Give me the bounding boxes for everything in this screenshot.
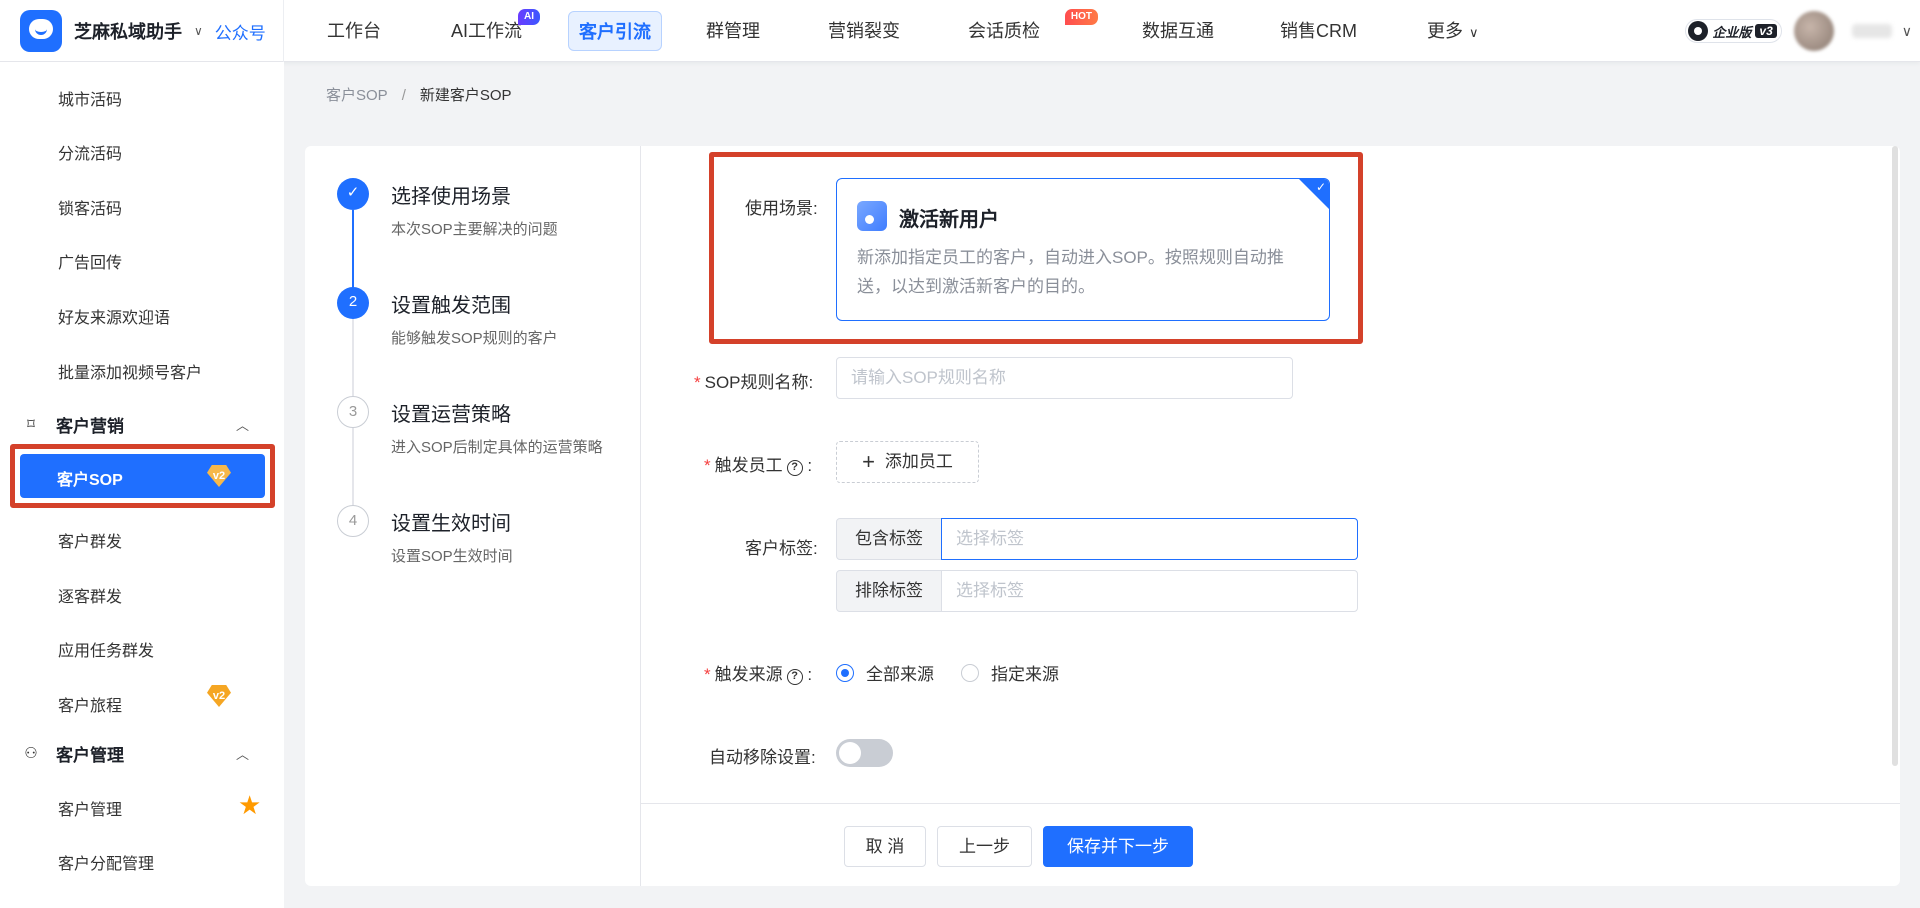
source-radio-specified[interactable]: 指定来源	[961, 660, 1059, 685]
radio-unchecked-icon	[961, 663, 979, 682]
auto-remove-label: 自动移除设置:	[709, 748, 816, 767]
footer-divider	[641, 803, 1900, 804]
radio-checked-icon	[836, 663, 854, 682]
sidebar-item-customer-assignment[interactable]: 客户分配管理	[58, 850, 154, 874]
staff-label: * 触发员工? :	[704, 456, 813, 476]
avatar[interactable]	[1793, 11, 1834, 51]
auto-remove-toggle[interactable]	[836, 739, 893, 767]
top-bar: 芝麻私域助手 ∨ 公众号 工作台 AI工作流 AI 客户引流 群管理 营销裂变 会…	[0, 0, 1920, 62]
help-icon[interactable]: ?	[786, 669, 803, 685]
save-and-next-button[interactable]: 保存并下一步	[1043, 826, 1193, 867]
brand-name: 芝麻私域助手	[74, 22, 182, 42]
scene-icon	[857, 201, 887, 231]
top-right-area: 企业版 v3 ∨	[1685, 0, 1920, 62]
account-type-link[interactable]: 公众号	[215, 19, 266, 44]
nav-item-sales-crm[interactable]: 销售CRM	[1270, 11, 1367, 51]
sidebar-item-one-by-one-broadcast[interactable]: 逐客群发	[58, 583, 122, 607]
breadcrumb: 客户SOP / 新建客户SOP	[326, 87, 512, 104]
nav-item-workbench[interactable]: 工作台	[317, 11, 391, 51]
edition-logo-icon	[1688, 21, 1709, 41]
step-number: 2	[337, 287, 369, 319]
highlight-box-sidebar	[10, 444, 275, 508]
scrollbar[interactable]	[1892, 146, 1898, 766]
plus-icon: +	[862, 449, 875, 474]
sidebar-item-customer-journey[interactable]: 客户旅程	[58, 692, 122, 716]
sidebar-item-split-qrcode[interactable]: 分流活码	[58, 140, 122, 164]
exclude-tag-select[interactable]: 选择标签	[941, 570, 1358, 612]
v2-badge: v2	[207, 685, 231, 707]
nav-item-customer-acquisition[interactable]: 客户引流	[568, 11, 663, 51]
step-number: 4	[337, 505, 369, 537]
sidebar-item-lock-qrcode[interactable]: 锁客活码	[58, 195, 122, 219]
scene-option-activate-new-user[interactable]: ✓ 激活新用户 新添加指定员工的客户，自动进入SOP。按照规则自动推送，以达到激…	[836, 178, 1330, 321]
check-icon: ✓	[337, 178, 369, 210]
edition-badge[interactable]: 企业版 v3	[1685, 19, 1782, 43]
rule-name-input[interactable]: 请输入SOP规则名称	[836, 357, 1293, 399]
customer-tag-label: 客户标签:	[745, 539, 818, 558]
include-tag-select[interactable]: 选择标签	[941, 518, 1358, 560]
help-icon[interactable]: ?	[786, 460, 803, 476]
step-connector	[352, 210, 354, 290]
star-icon: ★	[238, 790, 262, 820]
cancel-button[interactable]: 取 消	[844, 826, 926, 867]
add-staff-button[interactable]: + 添加员工	[836, 441, 979, 483]
sidebar-item-batch-add-video-customers[interactable]: 批量添加视频号客户	[58, 359, 202, 383]
scene-title: 激活新用户	[899, 209, 999, 231]
chevron-up-icon: ︿	[236, 747, 250, 762]
sidebar-item-city-qrcode[interactable]: 城市活码	[58, 86, 122, 110]
user-name[interactable]	[1851, 24, 1892, 38]
step-connector	[352, 427, 354, 511]
nav-item-ai-workflow[interactable]: AI工作流 AI	[441, 9, 541, 51]
chevron-up-icon: ︿	[236, 418, 250, 433]
check-icon: ✓	[1315, 180, 1326, 194]
main-nav: 工作台 AI工作流 AI 客户引流 群管理 营销裂变 会话质检 HOT 数据互通 销…	[285, 0, 1489, 62]
sidebar-group-customer-management[interactable]: ⚇ 客户管理 ︿	[22, 741, 249, 766]
source-radio-all[interactable]: 全部来源	[836, 660, 934, 685]
user-menu-chevron-icon[interactable]: ∨	[1902, 23, 1912, 40]
sidebar-group-customer-marketing[interactable]: ⌑ 客户营销 ︿	[22, 412, 249, 437]
previous-step-button[interactable]: 上一步	[937, 826, 1032, 867]
scene-description: 新添加指定员工的客户，自动进入SOP。按照规则自动推送，以达到激活新客户的目的。	[857, 248, 1284, 296]
step-number: 3	[337, 396, 369, 428]
hot-badge: HOT	[1064, 9, 1099, 25]
rule-name-label: * SOP规则名称:	[694, 373, 814, 392]
bookmark-icon: ⌑	[27, 415, 35, 433]
sidebar: 城市活码 分流活码 锁客活码 广告回传 好友来源欢迎语 批量添加视频号客户 ⌑ …	[0, 62, 284, 908]
nav-item-group-management[interactable]: 群管理	[696, 11, 770, 51]
sidebar-item-app-task-broadcast[interactable]: 应用任务群发	[58, 637, 154, 661]
sidebar-item-ad-callback[interactable]: 广告回传	[58, 249, 122, 273]
ai-badge: AI	[518, 9, 541, 25]
sidebar-item-customer-management[interactable]: 客户管理	[58, 796, 122, 820]
breadcrumb-current: 新建客户SOP	[419, 87, 512, 104]
breadcrumb-parent[interactable]: 客户SOP	[326, 87, 388, 104]
exclude-tag-addon: 排除标签	[836, 570, 942, 612]
nav-item-more[interactable]: 更多 ∨	[1417, 11, 1489, 51]
nav-item-marketing-fission[interactable]: 营销裂变	[818, 11, 910, 51]
nav-item-session-qc[interactable]: 会话质检 HOT	[958, 9, 1099, 51]
chevron-down-icon: ∨	[1469, 25, 1479, 40]
source-label: * 触发来源? :	[704, 665, 813, 685]
sidebar-item-welcome-message[interactable]: 好友来源欢迎语	[58, 304, 170, 328]
include-tag-addon: 包含标签	[836, 518, 942, 560]
step-connector	[352, 318, 354, 402]
customer-manage-icon: ⚇	[24, 744, 38, 762]
app-logo-icon	[20, 10, 62, 52]
brand-switch-chevron-icon[interactable]: ∨	[194, 24, 203, 38]
sidebar-item-customer-broadcast[interactable]: 客户群发	[58, 528, 122, 552]
nav-item-data-sync[interactable]: 数据互通	[1132, 11, 1224, 51]
brand-area: 芝麻私域助手 ∨ 公众号	[0, 0, 284, 62]
steps-panel: ✓ 选择使用场景 本次SOP主要解决的问题 2 设置触发范围 能够触发SOP规则…	[305, 146, 641, 886]
